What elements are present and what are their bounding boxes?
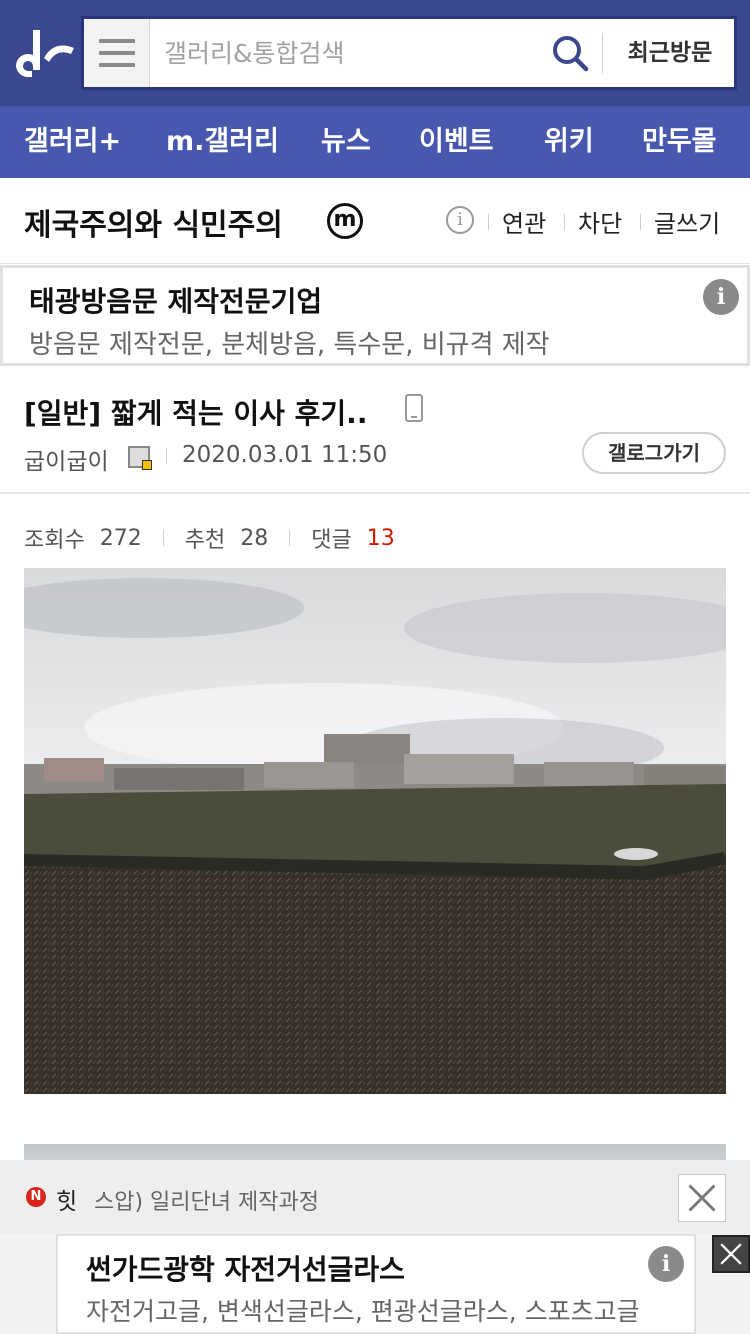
close-icon[interactable] (678, 1174, 726, 1222)
related-link[interactable]: 연관 (502, 204, 546, 239)
block-link[interactable]: 차단 (578, 204, 622, 239)
fixed-nick-icon (128, 446, 152, 470)
post-date: 2020.03.01 11:50 (182, 442, 388, 468)
dc-logo[interactable] (8, 22, 80, 82)
post-image[interactable] (24, 568, 726, 1094)
nav-item-mall[interactable]: 만두몰 (642, 106, 717, 178)
views-label: 조회수 (24, 528, 85, 553)
author-name[interactable]: 굽이굽이 (24, 442, 109, 476)
menu-button[interactable] (84, 19, 150, 87)
main-nav: 갤러리+ m.갤러리 뉴스 이벤트 위키 만두몰 (0, 106, 750, 178)
top-header: 최근방문 (0, 0, 750, 106)
nav-item-m-gallery[interactable]: m.갤러리 (166, 106, 279, 178)
ad-title[interactable]: 썬가드광학 자전거선글라스 (86, 1248, 405, 1288)
search-input[interactable] (164, 35, 544, 71)
divider (640, 214, 641, 230)
ad-info-icon[interactable]: i (648, 1246, 684, 1282)
write-link[interactable]: 글쓰기 (654, 204, 720, 239)
recent-visits-button[interactable]: 최근방문 (606, 19, 734, 87)
minor-gallery-badge: m (327, 203, 363, 239)
post-header: [일반] 짧게 적는 이사 후기.. 굽이굽이 2020.03.01 11:50… (0, 368, 750, 494)
nav-item-gallery-plus[interactable]: 갤러리+ (24, 106, 121, 178)
gallery-title[interactable]: 제국주의와 식민주의 (24, 200, 283, 244)
views-count: 272 (99, 525, 142, 551)
ad-banner-bottom-wrapper: 썬가드광학 자전거선글라스 자전거고글, 변색선글라스, 편광선글라스, 스포츠… (0, 1234, 750, 1334)
nav-item-news[interactable]: 뉴스 (321, 106, 371, 178)
ad-close-icon[interactable] (712, 1235, 750, 1273)
gallog-button[interactable]: 갤로그가기 (582, 432, 726, 474)
divider (602, 33, 603, 73)
hit-notice-bar[interactable]: N 힛 스압) 일리단녀 제작과정 (0, 1160, 750, 1234)
divider (488, 214, 489, 230)
search-bar: 최근방문 (81, 16, 737, 90)
post-stats: 조회수 272 추천 28 댓글 13 (24, 522, 395, 554)
recommend-count: 28 (240, 525, 269, 551)
ad-info-icon[interactable]: i (703, 279, 739, 315)
gallery-header: 제국주의와 식민주의 m i 연관 차단 글쓰기 (0, 178, 750, 264)
ad-banner-bottom[interactable]: 썬가드광학 자전거선글라스 자전거고글, 변색선글라스, 편광선글라스, 스포츠… (56, 1234, 696, 1334)
new-badge: N (26, 1187, 46, 1207)
divider (166, 448, 167, 464)
comments-count[interactable]: 13 (367, 526, 395, 551)
ad-title[interactable]: 태광방음문 제작전문기업 (29, 280, 322, 320)
notice-label: 힛 (56, 1189, 78, 1215)
info-icon[interactable]: i (446, 206, 474, 234)
ad-banner-top[interactable]: 태광방음문 제작전문기업 방음문 제작전문, 분체방음, 특수문, 비규격 제작… (0, 265, 750, 366)
notice-text[interactable]: 스압) 일리단녀 제작과정 (94, 1184, 319, 1216)
post-title: [일반] 짧게 적는 이사 후기.. (24, 397, 368, 430)
recommend-label: 추천 (184, 528, 226, 553)
nav-item-event[interactable]: 이벤트 (419, 106, 494, 178)
mobile-icon (405, 394, 423, 422)
nav-item-wiki[interactable]: 위키 (544, 106, 594, 178)
comments-label: 댓글 (311, 528, 352, 553)
search-icon[interactable] (550, 33, 590, 73)
ad-description[interactable]: 방음문 제작전문, 분체방음, 특수문, 비규격 제작 (29, 324, 689, 361)
ad-description[interactable]: 자전거고글, 변색선글라스, 편광선글라스, 스포츠고글 (86, 1292, 646, 1328)
hamburger-icon (99, 39, 135, 43)
divider (564, 214, 565, 230)
